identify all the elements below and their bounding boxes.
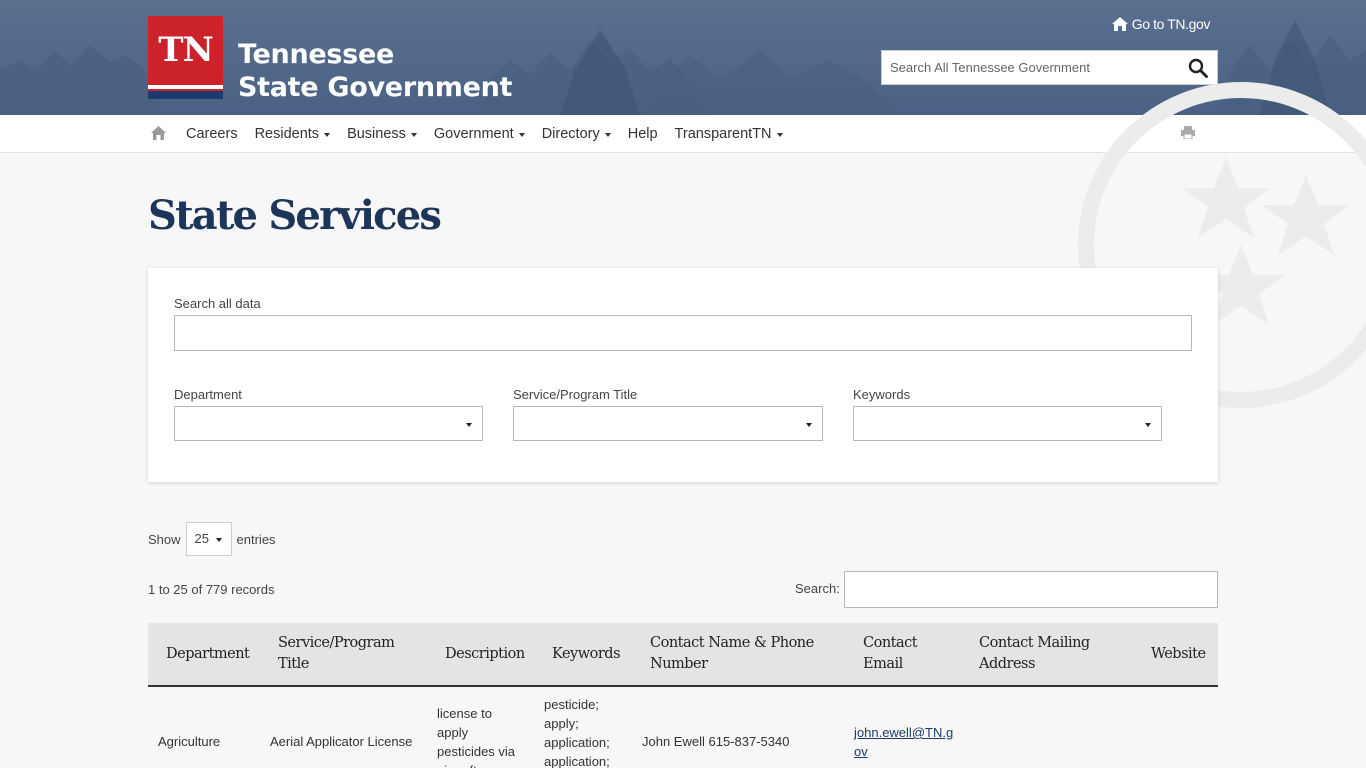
keywords-label: Keywords — [853, 387, 911, 402]
cell-keywords-line: pesticide; — [544, 697, 599, 712]
cell-description-line: aircraft — [437, 761, 529, 768]
cell-department: Agriculture — [158, 734, 221, 749]
caret-down-icon — [518, 132, 525, 137]
nav-item-label: Careers — [186, 126, 238, 142]
page-length-select[interactable]: 25 — [185, 522, 232, 556]
logo-stripe-white — [148, 85, 223, 89]
nav-item-label: Government — [433, 126, 514, 142]
col-contact-line1: Contact Name & Phone — [650, 635, 814, 651]
cell-contact: John Ewell 615-837-5340 — [642, 734, 790, 749]
table-search-label: Search: — [795, 581, 840, 596]
nav-item-residents[interactable]: Residents — [254, 126, 331, 142]
page-title: State Services — [148, 192, 442, 239]
page-length-control: Show 25 entries — [148, 522, 276, 556]
nav-item-careers[interactable]: Careers — [186, 126, 238, 142]
col-department[interactable]: Department — [166, 644, 250, 665]
chevron-down-icon — [806, 423, 812, 427]
nav-item-help[interactable]: Help — [628, 126, 658, 142]
program-label: Service/Program Title — [513, 387, 638, 402]
logo-mark: TN — [158, 30, 213, 70]
email-link-line2: ov — [854, 744, 868, 759]
caret-down-icon — [410, 132, 417, 137]
col-keywords[interactable]: Keywords — [552, 644, 621, 665]
goto-tngov-link[interactable]: Go to TN.gov — [1111, 16, 1211, 32]
cell-description-line: license to — [437, 706, 492, 721]
col-mailing-line1: Contact Mailing — [979, 635, 1090, 651]
col-description[interactable]: Description — [445, 644, 525, 665]
nav-item-directory[interactable]: Directory — [542, 126, 611, 142]
nav-item-label: Help — [627, 126, 658, 142]
caret-down-icon — [324, 132, 331, 137]
logo-stripe-navy — [148, 91, 223, 99]
table-row: Agriculture Aerial Applicator License li… — [148, 687, 1218, 768]
site-search — [881, 50, 1218, 85]
search-icon[interactable] — [1188, 58, 1208, 78]
caret-down-icon — [604, 132, 611, 137]
nav-item-label: TransparentTN — [674, 126, 772, 142]
tn-logo[interactable]: TN — [148, 16, 223, 99]
cell-keywords: pesticide; apply; application; applicati… — [544, 695, 634, 768]
nav-item-label: Residents — [254, 126, 320, 142]
cell-keywords-line: application; — [544, 754, 610, 768]
program-select[interactable] — [513, 406, 823, 441]
chevron-down-icon — [215, 538, 222, 542]
goto-tngov-label: Go to TN.gov — [1131, 16, 1211, 32]
cell-keywords-line: apply; — [544, 716, 579, 731]
col-email-line2: Email — [863, 656, 903, 672]
col-email-line1: Contact — [863, 635, 918, 651]
site-search-input[interactable] — [882, 51, 1172, 84]
chevron-down-icon — [466, 423, 472, 427]
main-nav: Careers Residents Business Government Direct… — [0, 115, 1366, 153]
nav-item-label: Directory — [541, 126, 600, 142]
cell-description-line: apply — [437, 725, 469, 740]
col-email[interactable]: Contact Email — [863, 633, 918, 675]
home-icon — [1111, 17, 1128, 31]
nav-menu: Careers Residents Business Government Direct… — [186, 115, 800, 153]
table-header-row: Department Service/Program Title Descrip… — [148, 623, 1218, 687]
site-name[interactable]: Tennessee State Government — [238, 38, 512, 104]
col-program-line2: Title — [278, 656, 309, 672]
col-contact-line2: Number — [650, 656, 708, 672]
search-all-input[interactable] — [174, 315, 1192, 351]
nav-item-government[interactable]: Government — [434, 126, 525, 142]
filter-panel: Search all data Department Service/Progr… — [148, 268, 1218, 482]
email-link-line1: john.ewell@TN.g — [854, 725, 954, 740]
nav-item-business[interactable]: Business — [347, 126, 417, 142]
email-link[interactable]: john.ewell@TN.g ov — [854, 725, 953, 759]
col-program-line1: Service/Program — [278, 635, 395, 651]
col-mailing-line2: Address — [979, 656, 1035, 672]
show-label: Show — [148, 531, 181, 547]
records-info: 1 to 25 of 779 records — [148, 582, 275, 597]
keywords-select[interactable] — [853, 406, 1162, 441]
col-website[interactable]: Website — [1151, 644, 1206, 665]
cell-email: john.ewell@TN.g ov — [854, 723, 953, 761]
caret-down-icon — [776, 132, 783, 137]
print-icon[interactable] — [1181, 126, 1195, 139]
cell-description-line: pesticides via — [437, 744, 516, 759]
col-contact[interactable]: Contact Name & Phone Number — [650, 633, 814, 675]
col-program[interactable]: Service/Program Title — [278, 633, 395, 675]
home-icon[interactable] — [151, 126, 166, 140]
col-mailing[interactable]: Contact Mailing Address — [979, 633, 1090, 675]
cell-keywords-line: application; — [544, 735, 610, 750]
table-search-input[interactable] — [844, 571, 1218, 608]
department-label: Department — [174, 387, 242, 402]
cell-program: Aerial Applicator License — [270, 734, 413, 749]
entries-label: entries — [236, 531, 276, 547]
search-all-label: Search all data — [174, 296, 261, 311]
department-select[interactable] — [174, 406, 483, 441]
nav-item-transparenttn[interactable]: TransparentTN — [675, 126, 783, 142]
cell-description: license to apply pesticides via aircraft — [437, 704, 529, 768]
site-name-line1: Tennessee — [238, 39, 394, 70]
chevron-down-icon — [1145, 423, 1151, 427]
page-length-value: 25 — [194, 531, 209, 546]
nav-item-label: Business — [347, 126, 406, 142]
site-header: TN Tennessee State Government Go to TN.g… — [0, 0, 1366, 115]
site-name-line2: State Government — [238, 72, 513, 103]
